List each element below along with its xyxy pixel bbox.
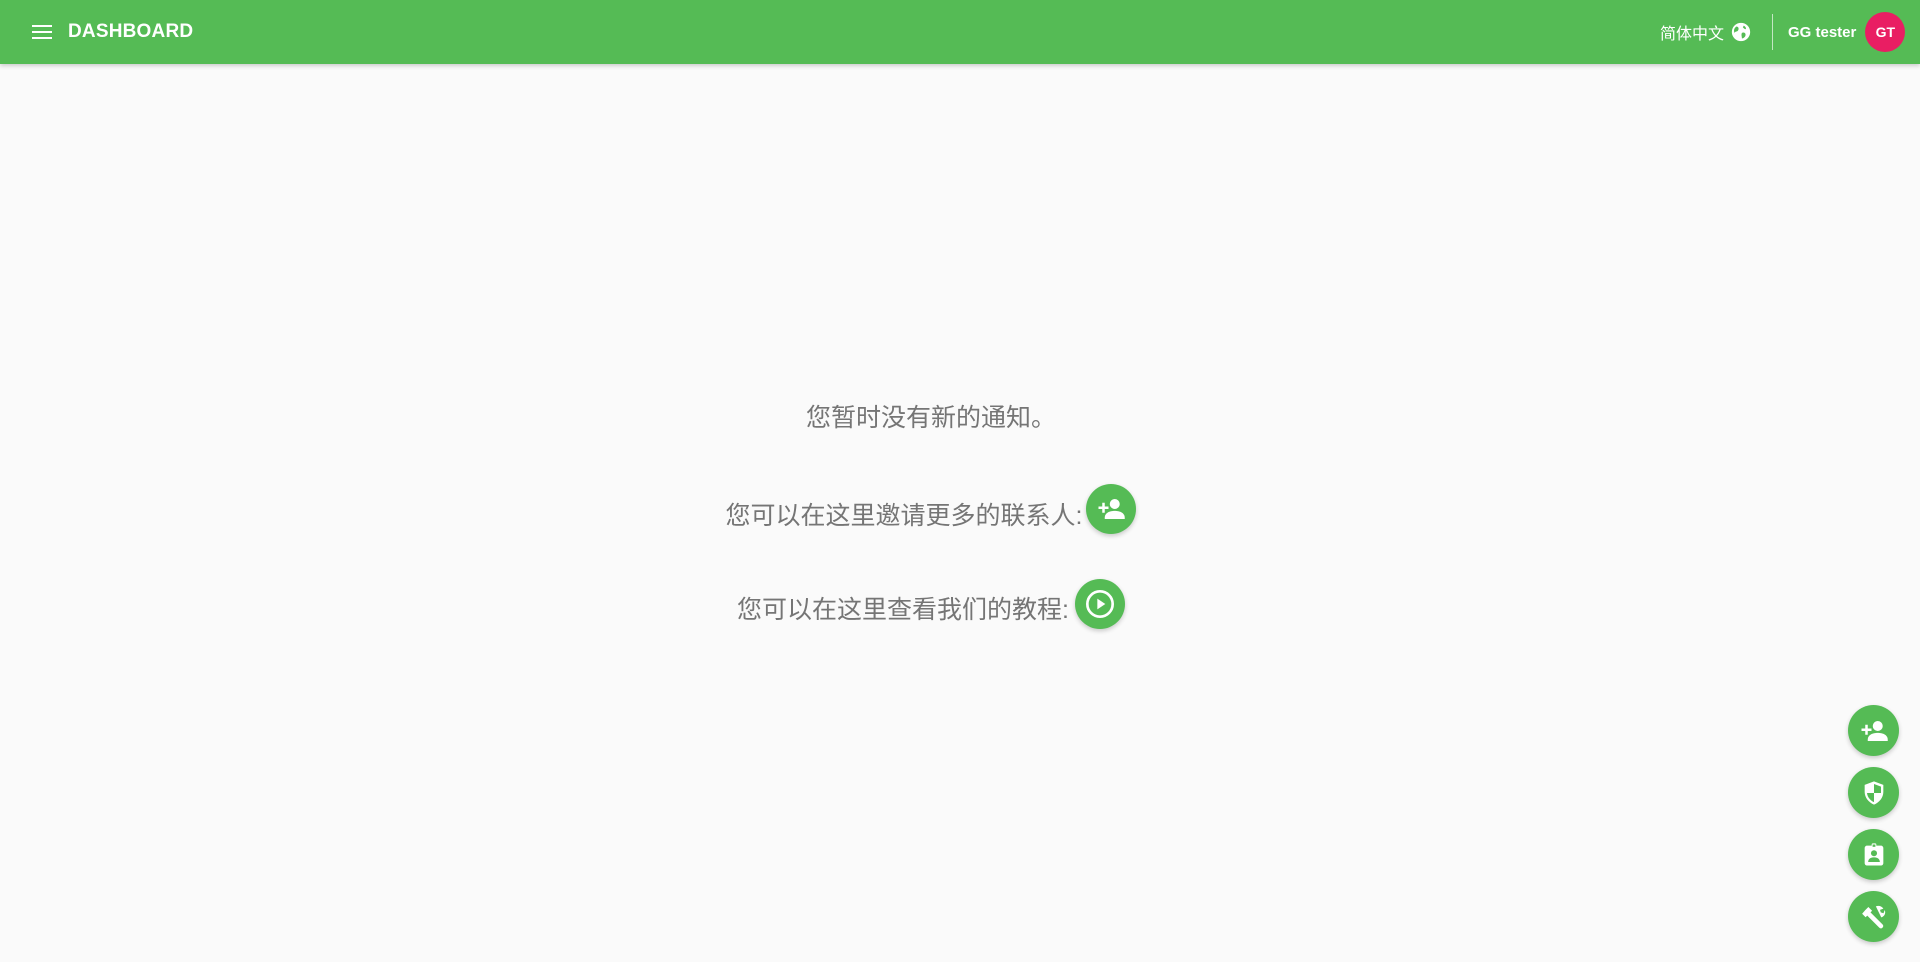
add-person-icon xyxy=(1098,499,1126,519)
empty-notifications-message: 您暂时没有新的通知。 xyxy=(0,398,1862,434)
user-name: GG tester xyxy=(1788,23,1857,41)
fab-tools-button[interactable] xyxy=(1848,891,1899,942)
language-selector[interactable]: 简体中文 xyxy=(1660,19,1752,45)
add-person-icon xyxy=(1861,720,1888,741)
invite-contact-button[interactable] xyxy=(1086,484,1137,534)
tutorial-play-button[interactable] xyxy=(1074,579,1125,629)
language-label: 简体中文 xyxy=(1660,26,1725,43)
play-circle-icon xyxy=(1085,590,1114,618)
shield-icon xyxy=(1864,780,1883,805)
globe-icon xyxy=(1731,22,1751,42)
floating-action-buttons xyxy=(1848,705,1900,942)
invite-text: 您可以在这里邀请更多的联系人: xyxy=(725,502,1083,530)
wrench-icon xyxy=(1861,905,1885,928)
fab-contacts-button[interactable] xyxy=(1848,829,1899,880)
tutorial-text: 您可以在这里查看我们的教程: xyxy=(737,596,1069,624)
contact-badge-icon xyxy=(1864,842,1883,865)
menu-icon xyxy=(32,25,52,39)
header-divider xyxy=(1772,14,1773,50)
menu-button[interactable] xyxy=(26,19,58,45)
invite-prompt: 您可以在这里邀请更多的联系人: xyxy=(0,483,1862,535)
no-notifications-text: 您暂时没有新的通知。 xyxy=(805,404,1056,432)
page-title: DASHBOARD xyxy=(68,21,194,42)
fab-add-contact-button[interactable] xyxy=(1848,705,1899,756)
avatar: GT xyxy=(1865,12,1906,52)
fab-security-button[interactable] xyxy=(1848,767,1899,818)
app-bar: DASHBOARD 简体中文 GG tester GT xyxy=(0,0,1920,64)
user-menu[interactable]: GG tester GT xyxy=(1788,12,1906,52)
tutorial-prompt: 您可以在这里查看我们的教程: xyxy=(0,578,1862,630)
